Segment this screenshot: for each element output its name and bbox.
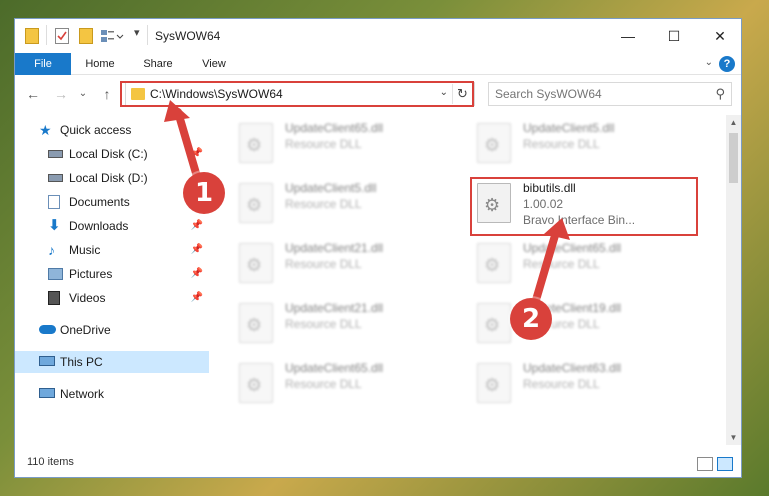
step-marker-1: 1	[183, 172, 225, 214]
annotation-arrows	[164, 100, 570, 304]
step-marker-2: 2	[510, 298, 552, 340]
